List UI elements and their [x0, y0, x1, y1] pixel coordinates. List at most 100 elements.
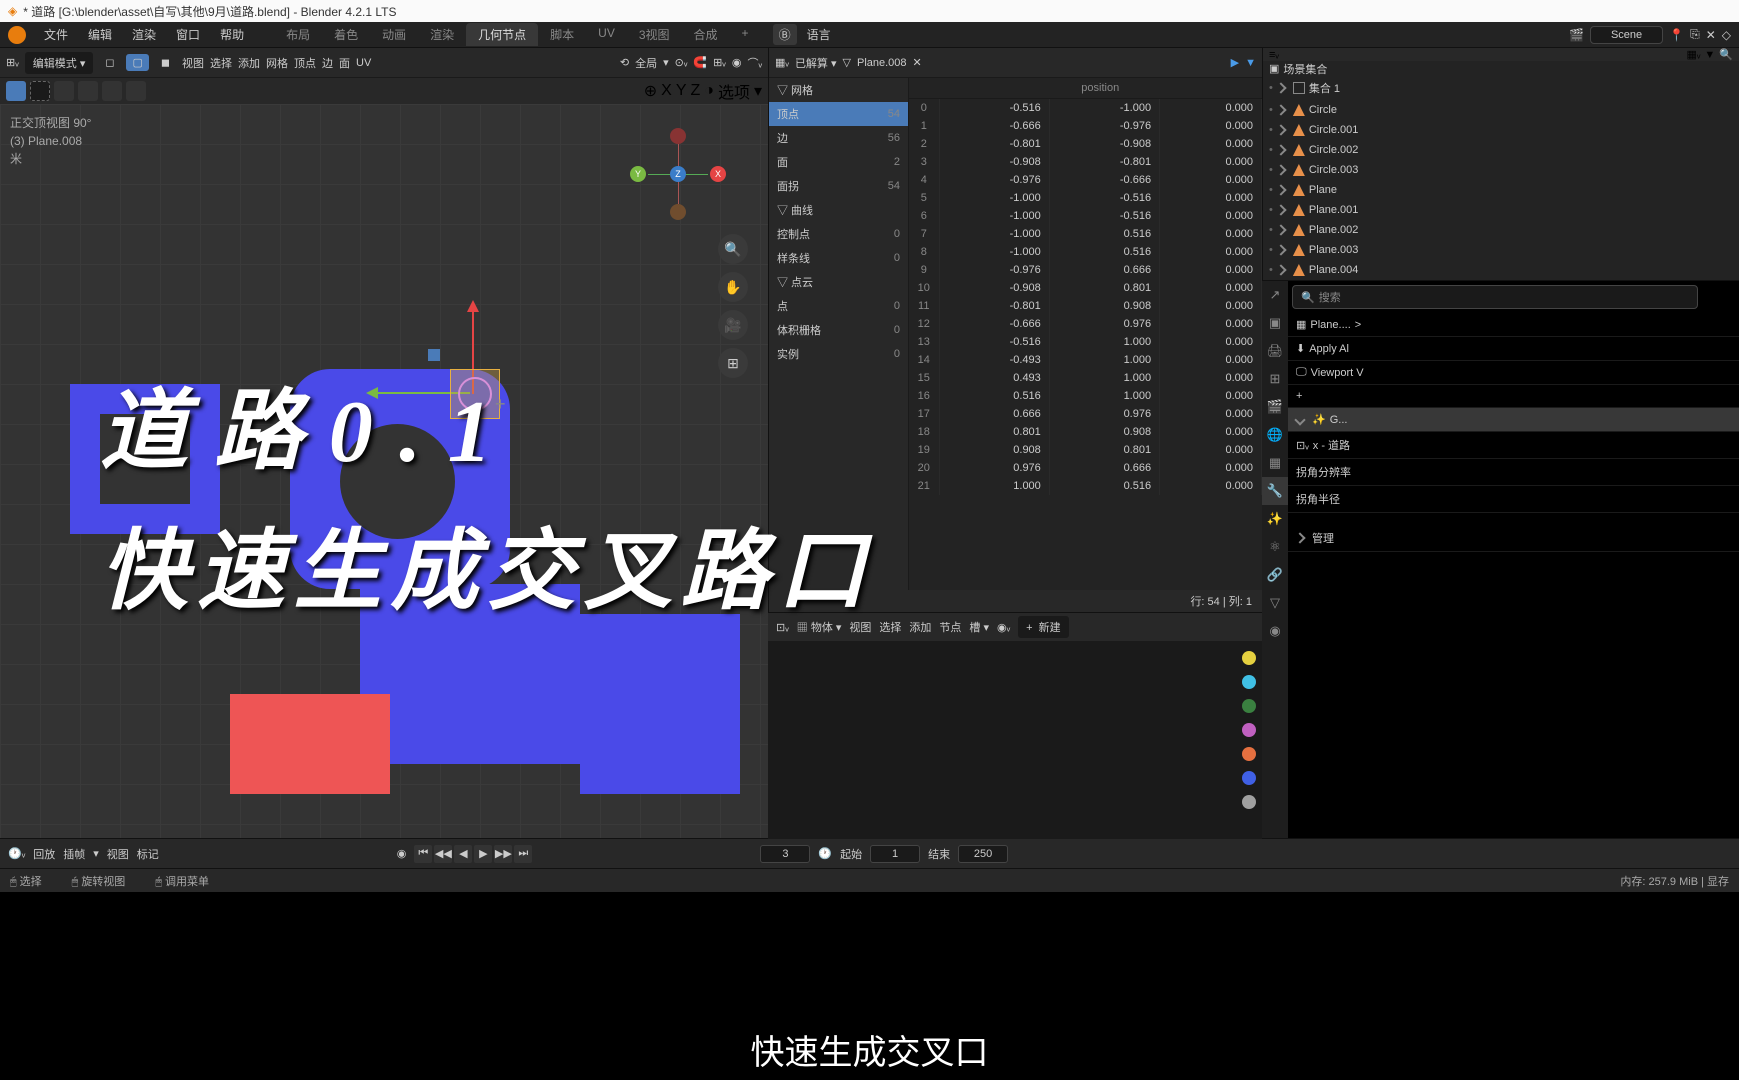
table-row[interactable]: 7-1.0000.5160.000: [909, 225, 1262, 243]
tab-output[interactable]: 🖨: [1262, 337, 1288, 365]
proportional-icon[interactable]: ◉: [732, 56, 742, 69]
tree-item[interactable]: 控制点0: [769, 222, 908, 246]
axis-z[interactable]: Z: [691, 82, 701, 100]
nav-gizmo[interactable]: X Y Z: [638, 134, 718, 214]
node-editor-canvas[interactable]: [768, 641, 1262, 839]
search-icon[interactable]: 🔍: [1719, 48, 1733, 61]
tree-item[interactable]: ▽ 曲线: [769, 198, 908, 222]
tab-physics[interactable]: ⚛: [1262, 533, 1288, 561]
tree-item[interactable]: 点0: [769, 294, 908, 318]
editor-type-icon[interactable]: ⊞ᵥ: [6, 56, 19, 69]
vp-select[interactable]: 选择: [210, 55, 232, 71]
tl-playback[interactable]: 回放: [33, 846, 55, 862]
outliner-item[interactable]: • Circle.003: [1263, 160, 1739, 180]
tab-scripting[interactable]: 脚本: [538, 23, 586, 46]
tab-material[interactable]: ◉: [1262, 617, 1288, 645]
table-row[interactable]: 1-0.666-0.9760.000: [909, 117, 1262, 135]
table-row[interactable]: 160.5161.0000.000: [909, 387, 1262, 405]
vp-uv[interactable]: UV: [356, 57, 371, 69]
nav-x-axis[interactable]: X: [710, 166, 726, 182]
outliner-item[interactable]: • Circle.002: [1263, 140, 1739, 160]
vp-face[interactable]: 面: [339, 55, 350, 71]
tab-particle[interactable]: ✨: [1262, 505, 1288, 533]
outliner-item[interactable]: • Plane.002: [1263, 220, 1739, 240]
table-row[interactable]: 10-0.9080.8010.000: [909, 279, 1262, 297]
vp-edge[interactable]: 边: [322, 55, 333, 71]
tree-item[interactable]: 面拐54: [769, 174, 908, 198]
menu-window[interactable]: 窗口: [166, 26, 210, 43]
outliner-item[interactable]: • 集合 1: [1263, 76, 1739, 100]
tab-3view[interactable]: 3视图: [627, 23, 682, 46]
table-row[interactable]: 211.0000.5160.000: [909, 477, 1262, 495]
gizmo-icon[interactable]: ⊕: [644, 81, 657, 101]
nodegroup-field[interactable]: ⊡ᵥ x - 道路: [1288, 432, 1739, 459]
menu-render[interactable]: 渲染: [122, 26, 166, 43]
close-icon[interactable]: ✕: [913, 56, 922, 69]
manage-section[interactable]: 管理: [1288, 525, 1739, 552]
node-color-2[interactable]: [1242, 675, 1256, 689]
tab-render[interactable]: ▣: [1262, 309, 1288, 337]
tab-animation[interactable]: 动画: [370, 23, 418, 46]
snap-target-icon[interactable]: ⊞ᵥ: [713, 56, 726, 69]
scene-icon[interactable]: 🎬: [1569, 28, 1584, 42]
tree-item[interactable]: 顶点54: [769, 102, 908, 126]
table-row[interactable]: 0-0.516-1.0000.000: [909, 99, 1262, 118]
table-row[interactable]: 6-1.000-0.5160.000: [909, 207, 1262, 225]
tab-tool[interactable]: ↗: [1262, 281, 1288, 309]
scene-dropdown[interactable]: Scene: [1590, 26, 1663, 44]
pin-icon[interactable]: ▶: [1231, 56, 1239, 69]
table-row[interactable]: 190.9080.8010.000: [909, 441, 1262, 459]
tab-object[interactable]: ▦: [1262, 449, 1288, 477]
tab-rendering[interactable]: 渲染: [418, 23, 466, 46]
geo-nodes-dropdown[interactable]: ✨ G...: [1288, 408, 1739, 432]
options-dropdown[interactable]: 选项: [718, 79, 750, 103]
tl-view[interactable]: 视图: [107, 846, 129, 862]
scene-pin-icon[interactable]: 📍: [1669, 28, 1684, 42]
tab-uv[interactable]: UV: [586, 23, 627, 46]
ne-add[interactable]: 添加: [909, 619, 931, 635]
tree-item[interactable]: 样条线0: [769, 246, 908, 270]
tab-data[interactable]: ▽: [1262, 589, 1288, 617]
overlays-icon[interactable]: ◑: [704, 82, 714, 100]
table-row[interactable]: 9-0.9760.6660.000: [909, 261, 1262, 279]
node-color-1[interactable]: [1242, 651, 1256, 665]
pan-icon[interactable]: ✋: [718, 272, 748, 302]
start-frame-input[interactable]: [870, 845, 920, 863]
table-row[interactable]: 5-1.000-0.5160.000: [909, 189, 1262, 207]
select-mode-edge[interactable]: ▢: [126, 54, 148, 71]
vp-add[interactable]: 添加: [238, 55, 260, 71]
table-row[interactable]: 150.4931.0000.000: [909, 369, 1262, 387]
axis-x[interactable]: X: [661, 82, 672, 100]
next-key-button[interactable]: ▶▶: [494, 845, 512, 863]
table-row[interactable]: 200.9760.6660.000: [909, 459, 1262, 477]
eval-dropdown[interactable]: 已解算 ▾: [795, 55, 837, 71]
mode-dropdown[interactable]: 编辑模式 ▾: [25, 52, 94, 74]
tab-add[interactable]: +: [730, 23, 761, 46]
table-row[interactable]: 13-0.5161.0000.000: [909, 333, 1262, 351]
node-color-4[interactable]: [1242, 723, 1256, 737]
addon-icon[interactable]: Ⓑ: [773, 24, 797, 45]
vp-vertex[interactable]: 顶点: [294, 55, 316, 71]
language-button[interactable]: 语言: [797, 26, 841, 43]
nav-y-axis[interactable]: Y: [630, 166, 646, 182]
blender-logo-icon[interactable]: [8, 26, 26, 44]
tab-viewlayer[interactable]: ⊞: [1262, 365, 1288, 393]
outliner-item[interactable]: • Plane.001: [1263, 200, 1739, 220]
slot-dropdown[interactable]: 槽 ▾: [969, 619, 989, 635]
table-row[interactable]: 4-0.976-0.6660.000: [909, 171, 1262, 189]
tree-item[interactable]: 实例0: [769, 342, 908, 366]
node-color-5[interactable]: [1242, 747, 1256, 761]
sync-icon[interactable]: 🕐: [818, 847, 832, 860]
snap-icon[interactable]: 🧲: [693, 56, 707, 69]
tab-scene[interactable]: 🎬: [1262, 393, 1288, 421]
pivot-icon[interactable]: ⊙ᵥ: [675, 56, 688, 69]
filter-icon[interactable]: ▼: [1704, 49, 1715, 61]
tool-select-box[interactable]: [30, 81, 50, 101]
ne-select[interactable]: 选择: [879, 619, 901, 635]
tab-modifier[interactable]: 🔧: [1262, 477, 1288, 505]
tool-3[interactable]: [102, 81, 122, 101]
menu-help[interactable]: 帮助: [210, 26, 254, 43]
outliner-item[interactable]: • Plane: [1263, 180, 1739, 200]
menu-edit[interactable]: 编辑: [78, 26, 122, 43]
tab-compositing[interactable]: 合成: [682, 23, 730, 46]
